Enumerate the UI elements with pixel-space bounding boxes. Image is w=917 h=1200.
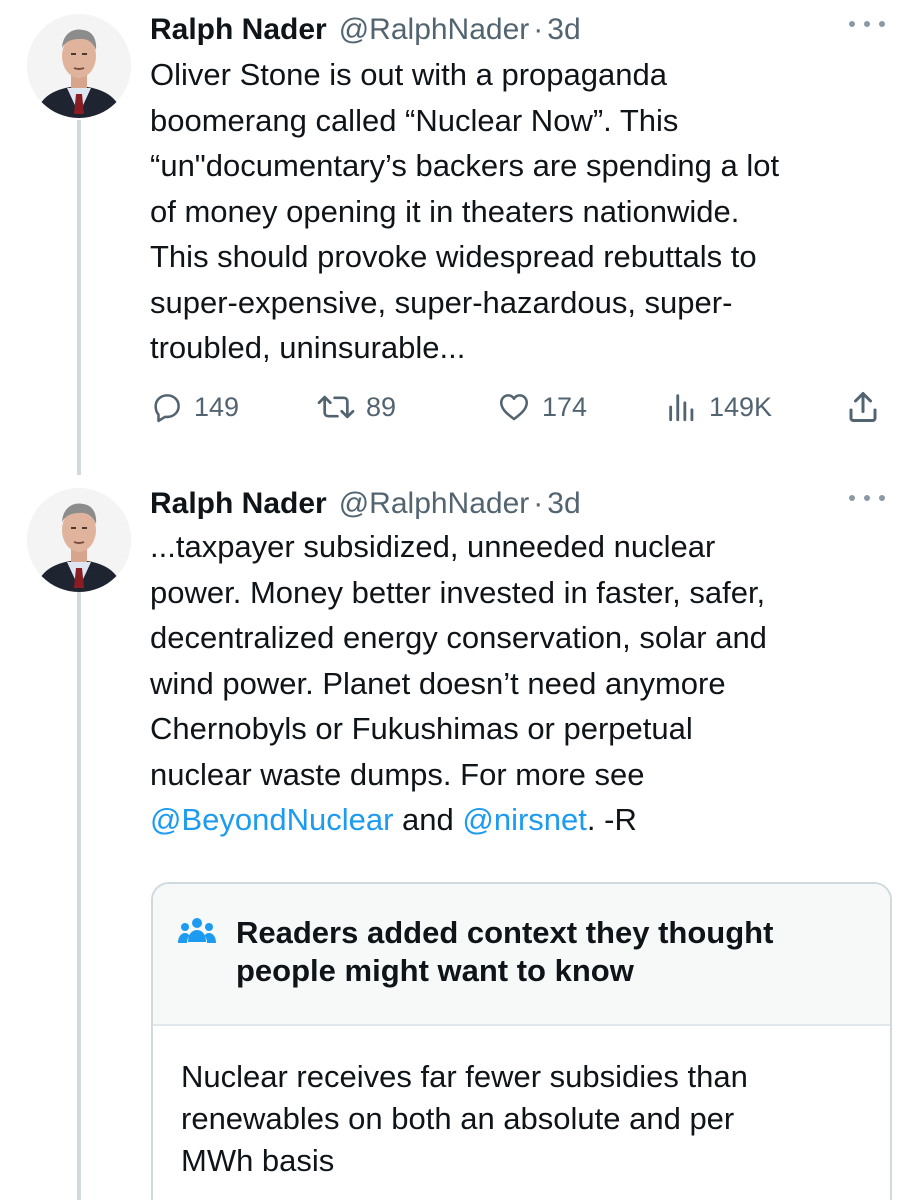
tweet-text-line: Oliver Stone is out with a propaganda	[150, 57, 667, 92]
timestamp[interactable]: 3d	[547, 13, 580, 47]
share-button[interactable]	[845, 382, 891, 432]
retweet-button[interactable]: 89	[316, 382, 396, 432]
separator-dot: ·	[533, 487, 544, 520]
reply-button[interactable]: 149	[150, 382, 239, 432]
tweet-text-line: troubled, uninsurable...	[150, 330, 466, 365]
community-note-body: Nuclear receives far fewer subsidies tha…	[181, 1056, 861, 1182]
tweet-text-line: decentralized energy conservation, solar…	[150, 620, 767, 655]
reply-icon	[154, 394, 180, 423]
tweet-text-line: super-expensive, super-hazardous, super-	[150, 284, 733, 320]
tweet-text-line: ...taxpayer subsidized, unneeded nuclear	[150, 529, 716, 564]
community-note[interactable]: Readers added context they thought peopl…	[151, 882, 892, 1200]
heart-icon	[499, 394, 529, 421]
community-note-title: Readers added context they thought peopl…	[236, 914, 856, 990]
tweet-text-line: wind power. Planet doesn’t need anymore	[150, 665, 726, 701]
author-name[interactable]: Ralph Nader	[150, 487, 327, 521]
retweet-count: 89	[366, 391, 397, 422]
people-icon	[178, 918, 216, 943]
mention-link[interactable]: @nirsnet	[462, 802, 587, 837]
tweet-text-line: This should provoke widespread rebuttals…	[150, 239, 757, 274]
tweet-text-line: boomerang called “Nuclear Now”. This	[150, 102, 679, 138]
note-title-line: Readers added context they thought	[236, 915, 774, 950]
tweet-text: Oliver Stone is out with a propaganda bo…	[150, 52, 880, 371]
more-icon[interactable]	[849, 14, 885, 34]
retweet-icon	[317, 395, 355, 419]
views-icon	[669, 394, 694, 422]
like-count: 174	[542, 391, 588, 422]
views-button[interactable]: 149K	[665, 382, 772, 432]
note-body-line: Nuclear receives far fewer subsidies tha…	[181, 1059, 748, 1094]
tweet[interactable]: Ralph Nader @RalphNader · 3d Oliver Ston…	[0, 0, 917, 470]
more-icon[interactable]	[849, 488, 885, 508]
avatar[interactable]	[27, 14, 131, 118]
tweet-header: Ralph Nader @RalphNader · 3d	[150, 484, 581, 524]
note-body-line: MWh basis	[181, 1143, 335, 1178]
like-button[interactable]: 174	[496, 382, 587, 432]
tweet-text-line: of money opening it in theaters nationwi…	[150, 193, 740, 229]
avatar[interactable]	[27, 488, 131, 592]
author-handle[interactable]: @RalphNader	[339, 13, 530, 47]
tweet-text-line: power. Money better invested in faster, …	[150, 574, 766, 610]
tweet-text-line: nuclear waste dumps. For more see	[150, 756, 645, 792]
share-icon	[849, 392, 877, 422]
connector-text: and	[393, 802, 463, 837]
avatar-portrait	[27, 488, 131, 592]
author-name[interactable]: Ralph Nader	[150, 13, 327, 47]
timestamp[interactable]: 3d	[547, 487, 580, 521]
reply-count: 149	[194, 391, 240, 422]
tweet-text: ...taxpayer subsidized, unneeded nuclear…	[150, 524, 880, 843]
tweet-text-line: “un"documentary’s backers are spending a…	[150, 148, 780, 183]
signature-text: . -R	[586, 802, 637, 837]
tweet-text-line: Chernobyls or Fukushimas or perpetual	[150, 711, 693, 746]
tweet-header: Ralph Nader @RalphNader · 3d	[150, 10, 581, 50]
mention-link[interactable]: @BeyondNuclear	[150, 802, 393, 837]
separator-dot: ·	[533, 13, 544, 46]
author-handle[interactable]: @RalphNader	[339, 487, 530, 521]
note-title-line: people might want to know	[236, 953, 634, 988]
views-count: 149K	[709, 391, 773, 422]
tweet-thread-screen: Ralph Nader @RalphNader · 3d Oliver Ston…	[0, 0, 917, 1200]
avatar-portrait	[27, 14, 131, 118]
tweet-text-last-line: @BeyondNuclear and @nirsnet. -R	[150, 797, 880, 843]
community-note-header: Readers added context they thought peopl…	[153, 884, 890, 1026]
tweet-actions: 149 89 174 149K	[150, 382, 890, 432]
note-body-line: renewables on both an absolute and per	[181, 1101, 735, 1136]
